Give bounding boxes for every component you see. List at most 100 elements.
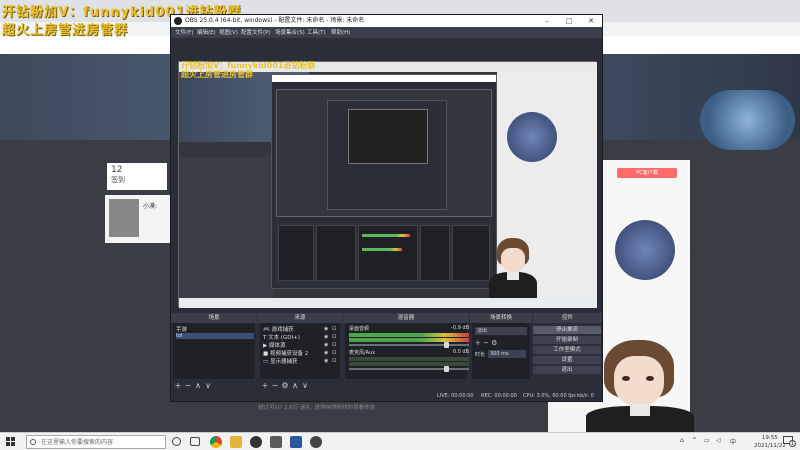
menu-view[interactable]: 视图(V) [219, 28, 238, 36]
mixer-track-mic: 麦克风/Aux 0.0 dB [349, 349, 469, 372]
duration-input[interactable]: 300 ms [488, 350, 526, 358]
volume-slider-knob[interactable] [444, 366, 449, 372]
chrome-icon[interactable] [210, 436, 222, 448]
source-settings-gear-icon[interactable]: ⚙ [280, 381, 290, 390]
stat-number: 12 [111, 165, 123, 175]
mixer-panel: 桌面音频 -0.9 dB 麦克风/Aux 0.0 dB [345, 323, 469, 379]
transition-type-select[interactable]: 淡出 [475, 327, 527, 335]
nested-dock-transitions [420, 225, 450, 281]
user-name: 小漠: [143, 203, 158, 210]
nested-overlay-line2: 超火上房管进房管群 [181, 70, 253, 79]
notification-icon[interactable]: 1 [783, 436, 796, 448]
add-source-button[interactable]: + [260, 381, 270, 390]
ticker-text: 超过可以! 2.6万 送礼, 送得纯领粉线的观看体验 [258, 405, 375, 411]
transition-add-remove[interactable]: + − ⚙ [475, 339, 497, 347]
stat-label: 签到 [111, 176, 125, 184]
user-avatar [109, 199, 139, 237]
scenes-list[interactable]: 手游 lol [173, 323, 255, 379]
controls-dock-title: 控件 [533, 313, 602, 323]
tray-chevron-up-icon[interactable]: ^ [692, 437, 697, 444]
menu-file[interactable]: 文件(F) [175, 28, 193, 36]
mixer-dock: 混音器 桌面音频 -0.9 dB 麦克风/Aux 0.0 dB [343, 313, 469, 401]
avatar-eye-right [646, 376, 654, 381]
add-scene-button[interactable]: + [173, 381, 183, 390]
obs-preview-canvas[interactable]: 开钻粉加V：funnykid001进钻粉群 超火上房管进房管群 [178, 61, 597, 308]
app-icon[interactable] [310, 436, 322, 448]
transitions-dock-title: 场景转换 [470, 313, 532, 323]
move-down-button[interactable]: ∨ [300, 381, 310, 390]
close-button[interactable]: ✕ [583, 15, 599, 27]
nested-taskbar [179, 298, 597, 308]
tray-network-icon[interactable]: ▭ [704, 437, 710, 444]
volume-meter [349, 333, 469, 337]
source-item[interactable]: ▶ 媒体源 [263, 341, 286, 349]
nested-meter-1 [362, 234, 410, 237]
source-item[interactable]: T 文本 (GDI+) [263, 333, 300, 341]
stop-streaming-button[interactable]: 停止推流 [533, 326, 601, 334]
move-up-button[interactable]: ∧ [290, 381, 300, 390]
mixer-track-name: 麦克风/Aux [349, 350, 376, 356]
banner-art-image [700, 90, 795, 150]
source-item[interactable]: ▭ 显示器捕获 [263, 357, 297, 365]
move-up-button[interactable]: ∧ [193, 381, 203, 390]
vtuber-avatar-preview [485, 238, 541, 300]
nested-obs-titlebar [272, 75, 496, 82]
scene-item-selected[interactable]: lol [176, 333, 254, 339]
lock-icon[interactable]: ⊡ ⊡ ⊡ ⊡ ⊡ [332, 325, 336, 365]
monitor-icon: ▭ [263, 359, 270, 365]
pc-client-badge[interactable]: PC客户端 [617, 168, 677, 178]
sources-list[interactable]: 🎮 游戏捕获 T 文本 (GDI+) ▶ 媒体源 ■ 视频捕获设备 2 ▭ 显示… [260, 323, 340, 379]
duration-label: 时长 [475, 352, 486, 358]
volume-meter [349, 338, 469, 342]
folder-icon[interactable] [230, 436, 242, 448]
visibility-eye-icon[interactable]: ◉ ◉ ◉ ◉ ◉ [324, 325, 328, 365]
app-icon[interactable] [270, 436, 282, 448]
nested-obs-inner [327, 100, 447, 210]
cpu-status: CPU: 3.0%, 60.00 fps [523, 393, 576, 399]
stat-box: 12 签到 [107, 163, 167, 190]
app-icon[interactable] [290, 436, 302, 448]
mixer-dock-title: 混音器 [343, 313, 469, 323]
mixer-track-desktop: 桌面音频 -0.9 dB [349, 325, 469, 348]
volume-meter [349, 362, 469, 366]
overlay-text-line2: 超火上房管进房管群 [2, 23, 129, 38]
transitions-panel: 淡出 + − ⚙ 时长 300 ms [472, 323, 530, 379]
source-item[interactable]: ■ 视频捕获设备 2 [263, 349, 308, 357]
nested-desktop-capture: 开钻粉加V：funnykid001进钻粉群 超火上房管进房管群 [179, 61, 597, 308]
maximize-button[interactable]: □ [561, 15, 577, 27]
menu-tools[interactable]: 工具(T) [307, 28, 326, 36]
remove-source-button[interactable]: − [270, 381, 280, 390]
notification-count: 1 [789, 440, 796, 447]
obs-icon[interactable] [250, 436, 262, 448]
nested-obs-docks [276, 223, 492, 285]
nested-dock-scenes [278, 225, 314, 281]
obs-logo-icon [174, 17, 182, 25]
cortana-icon[interactable] [172, 437, 181, 446]
menu-help[interactable]: 帮助(H) [331, 28, 350, 36]
obs-title: OBS 25.0.4 (64-bit, windows) - 配置文件: 未命名… [185, 17, 365, 24]
menu-edit[interactable]: 编辑(E) [197, 28, 216, 36]
windows-start-icon[interactable] [6, 437, 16, 447]
obs-window: OBS 25.0.4 (64-bit, windows) - 配置文件: 未命名… [170, 14, 603, 402]
taskbar-search-box[interactable]: 在这里输入你要搜索的内容 [26, 435, 166, 449]
live-status: LIVE: 00:00:00 [437, 393, 474, 399]
remove-scene-button[interactable]: − [183, 381, 193, 390]
tray-ime-icon[interactable]: 中 [730, 437, 736, 446]
tray-people-icon[interactable]: ⌂ [680, 437, 684, 444]
nested-dock-sources [316, 225, 356, 281]
menu-scene-collection[interactable]: 场景集合(S) [275, 28, 305, 36]
task-view-icon[interactable] [190, 437, 200, 446]
menu-profile[interactable]: 配置文件(P) [241, 28, 271, 36]
nested-obs-window [271, 74, 497, 289]
source-item[interactable]: 🎮 游戏捕获 [263, 325, 294, 333]
right-panel-avatar [615, 220, 675, 280]
volume-slider-knob[interactable] [444, 342, 449, 348]
clock-date: 2021/11/22 [754, 443, 786, 449]
minimize-button[interactable]: – [539, 15, 555, 27]
volume-slider[interactable] [349, 366, 469, 372]
tray-volume-icon[interactable]: ◁ [716, 437, 721, 444]
volume-slider[interactable] [349, 342, 469, 348]
taskbar-clock[interactable]: 19:55 2021/11/22 [754, 434, 786, 450]
scene-item[interactable]: 手游 [176, 325, 254, 333]
move-down-button[interactable]: ∨ [203, 381, 213, 390]
